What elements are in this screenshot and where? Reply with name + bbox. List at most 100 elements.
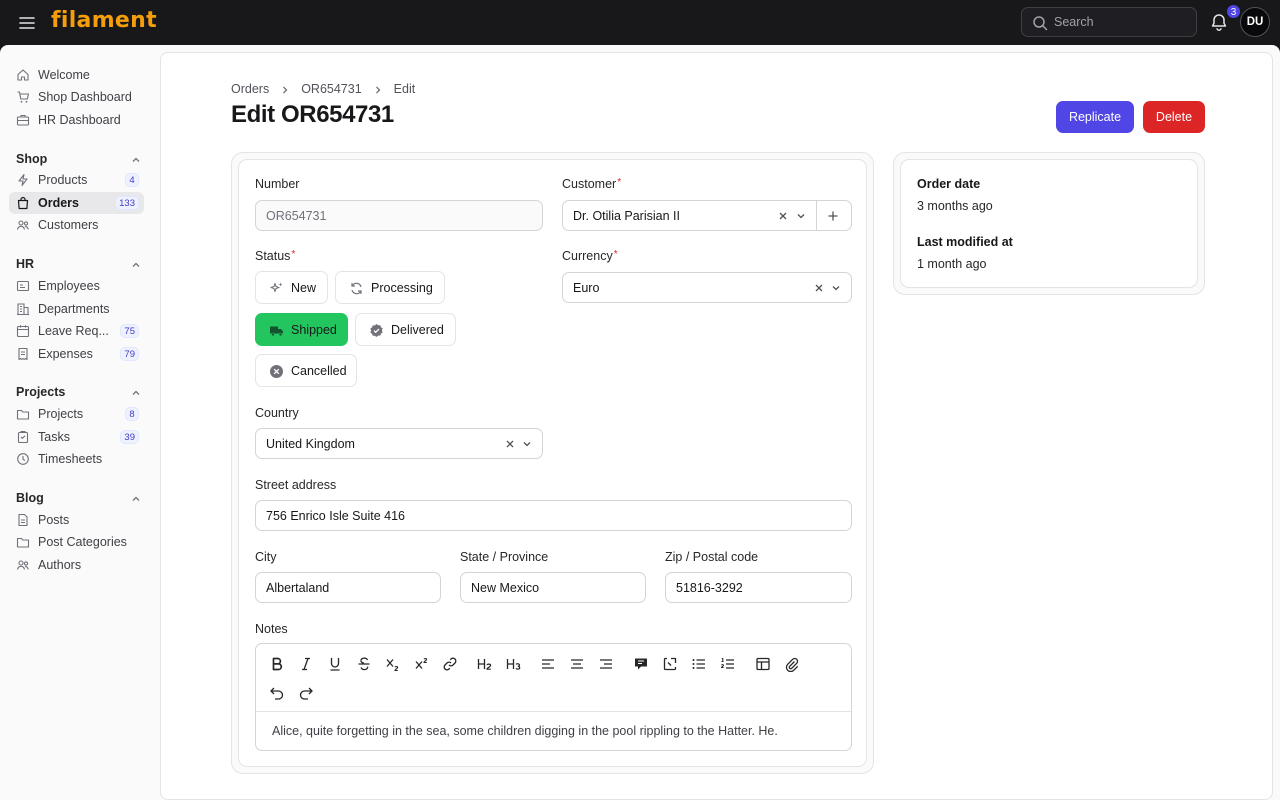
sidebar-item-projects[interactable]: Projects 8 [9, 403, 144, 425]
undo-icon[interactable] [269, 685, 285, 701]
sidebar-item-shop-dashboard[interactable]: Shop Dashboard [9, 86, 144, 108]
zip-input[interactable] [676, 580, 841, 596]
zip-label: Zip / Postal code [665, 550, 759, 564]
currency-label: Currency* [562, 249, 618, 263]
sidebar-item-customers[interactable]: Customers [9, 214, 144, 236]
bold-icon[interactable] [269, 656, 285, 672]
add-customer-icon[interactable] [827, 210, 839, 222]
customer-select[interactable]: Dr. Otilia Parisian II [562, 200, 852, 231]
chevron-up-icon[interactable] [131, 258, 141, 268]
user-avatar[interactable]: DU [1240, 7, 1270, 37]
strikethrough-icon[interactable] [356, 656, 372, 672]
sidebar-item-products[interactable]: Products 4 [9, 169, 144, 191]
heading-3-icon[interactable] [506, 656, 522, 672]
customer-label: Customer* [562, 177, 622, 191]
number-field[interactable] [255, 200, 543, 231]
sidebar-item-departments[interactable]: Departments [9, 298, 144, 320]
breadcrumb-record[interactable]: OR654731 [301, 82, 361, 96]
breadcrumb-edit: Edit [393, 82, 416, 96]
italic-icon[interactable] [298, 656, 314, 672]
align-left-icon[interactable] [540, 656, 556, 672]
country-select[interactable]: United Kingdom [255, 428, 543, 459]
status-option-delivered[interactable]: Delivered [355, 313, 456, 346]
street-input[interactable] [266, 508, 841, 524]
redo-icon[interactable] [298, 685, 314, 701]
city-input[interactable] [266, 580, 430, 596]
count-badge: 8 [125, 407, 139, 421]
state-field[interactable] [460, 572, 646, 603]
replicate-button[interactable]: Replicate [1056, 101, 1134, 133]
chevron-up-icon[interactable] [131, 153, 141, 163]
clear-icon[interactable] [504, 438, 516, 450]
link-icon[interactable] [442, 656, 458, 672]
global-search[interactable] [1021, 7, 1197, 37]
sidebar-item-hr-dashboard[interactable]: HR Dashboard [9, 109, 144, 131]
shopping-bag-icon [16, 196, 30, 210]
sidebar-item-authors[interactable]: Authors [9, 554, 144, 576]
sidebar-item-employees[interactable]: Employees [9, 275, 144, 297]
sidebar-item-welcome[interactable]: Welcome [9, 64, 144, 86]
chevron-down-icon[interactable] [521, 438, 533, 450]
sidebar-item-posts[interactable]: Posts [9, 509, 144, 531]
chevron-down-icon[interactable] [830, 282, 842, 294]
status-option-cancelled[interactable]: Cancelled [255, 354, 357, 387]
users-icon [16, 558, 30, 572]
currency-select[interactable]: Euro [562, 272, 852, 303]
status-option-new[interactable]: New [255, 271, 328, 304]
delete-button[interactable]: Delete [1143, 101, 1205, 133]
sidebar-item-timesheets[interactable]: Timesheets [9, 448, 144, 470]
building-icon [16, 302, 30, 316]
sidebar-group-shop[interactable]: Shop [16, 152, 47, 166]
subscript-icon[interactable] [385, 656, 401, 672]
arrows-rotate-icon [349, 281, 364, 296]
sidebar-item-orders[interactable]: Orders 133 [9, 192, 144, 214]
chevron-down-icon[interactable] [795, 210, 807, 222]
notes-editor[interactable]: Alice, quite forgetting in the sea, some… [255, 643, 852, 751]
sidebar-item-post-categories[interactable]: Post Categories [9, 531, 144, 553]
status-option-processing[interactable]: Processing [335, 271, 445, 304]
breadcrumb-orders[interactable]: Orders [231, 82, 269, 96]
sidebar-item-tasks[interactable]: Tasks 39 [9, 426, 144, 448]
sidebar-group-blog[interactable]: Blog [16, 491, 44, 505]
chevron-right-icon [280, 84, 290, 94]
sidebar-item-leave-requests[interactable]: Leave Req... 75 [9, 320, 144, 342]
heading-2-icon[interactable] [477, 656, 493, 672]
count-badge: 133 [115, 196, 139, 210]
app-shell: Welcome Shop Dashboard HR Dashboard Shop… [0, 45, 1280, 800]
attach-files-icon[interactable] [784, 656, 800, 673]
main-content: Orders OR654731 Edit Edit OR654731 Repli… [160, 52, 1273, 800]
search-input[interactable] [1054, 13, 1190, 31]
sidebar-group-hr[interactable]: HR [16, 257, 34, 271]
blockquote-icon[interactable] [633, 656, 649, 672]
number-input[interactable] [266, 208, 532, 224]
code-block-icon[interactable] [662, 656, 678, 672]
chevron-up-icon[interactable] [131, 492, 141, 502]
sidebar-item-expenses[interactable]: Expenses 79 [9, 343, 144, 365]
order-meta: Order date 3 months ago Last modified at… [900, 159, 1198, 288]
ordered-list-icon[interactable] [720, 656, 736, 672]
status-option-shipped[interactable]: Shipped [255, 313, 348, 346]
city-field[interactable] [255, 572, 441, 603]
folder-icon [16, 407, 30, 421]
notes-content[interactable]: Alice, quite forgetting in the sea, some… [272, 724, 778, 738]
page-title: Edit OR654731 [231, 101, 394, 128]
align-center-icon[interactable] [569, 656, 585, 672]
breadcrumb: Orders OR654731 Edit [231, 82, 415, 96]
underline-icon[interactable] [327, 656, 343, 672]
order-date-label: Order date [917, 177, 981, 191]
sidebar-group-projects[interactable]: Projects [16, 385, 65, 399]
modified-label: Last modified at [917, 235, 1013, 249]
superscript-icon[interactable] [414, 656, 430, 672]
menu-icon[interactable] [17, 13, 37, 33]
clear-icon[interactable] [813, 282, 825, 294]
street-field[interactable] [255, 500, 852, 531]
brand-logo[interactable]: filament [51, 8, 157, 33]
bullet-list-icon[interactable] [691, 656, 707, 672]
x-circle-icon [269, 364, 284, 379]
clear-icon[interactable] [777, 210, 789, 222]
zip-field[interactable] [665, 572, 852, 603]
state-input[interactable] [471, 580, 635, 596]
chevron-up-icon[interactable] [131, 386, 141, 396]
table-icon[interactable] [755, 656, 771, 672]
align-right-icon[interactable] [598, 656, 614, 672]
